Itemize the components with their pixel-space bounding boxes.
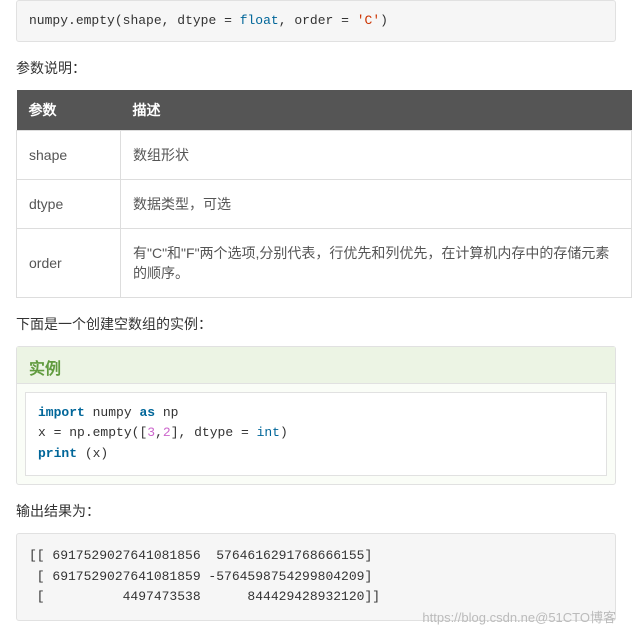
param-name: dtype <box>17 179 121 228</box>
example-box: 实例 import numpy as npx = np.empty([3,2],… <box>16 346 616 485</box>
example-code: import numpy as npx = np.empty([3,2], dt… <box>25 392 607 476</box>
output-block: [[ 6917529027641081856 57646162917686661… <box>16 533 616 621</box>
param-desc: 有"C"和"F"两个选项,分别代表，行优先和列优先，在计算机内存中的存储元素的顺… <box>121 228 632 297</box>
table-header-param: 参数 <box>17 90 121 131</box>
table-header-desc: 描述 <box>121 90 632 131</box>
signature-code-block: numpy.empty(shape, dtype = float, order … <box>16 0 616 42</box>
table-row: shape 数组形状 <box>17 130 632 179</box>
param-desc: 数据类型，可选 <box>121 179 632 228</box>
example-title: 实例 <box>17 347 615 384</box>
example-intro: 下面是一个创建空数组的实例： <box>16 314 616 334</box>
param-desc: 数组形状 <box>121 130 632 179</box>
param-name: shape <box>17 130 121 179</box>
table-row: dtype 数据类型，可选 <box>17 179 632 228</box>
params-heading: 参数说明： <box>16 58 616 78</box>
signature-text: numpy.empty(shape, dtype = float, order … <box>29 13 388 28</box>
param-name: order <box>17 228 121 297</box>
params-table: 参数 描述 shape 数组形状 dtype 数据类型，可选 order 有"C… <box>16 90 632 298</box>
table-row: order 有"C"和"F"两个选项,分别代表，行优先和列优先，在计算机内存中的… <box>17 228 632 297</box>
output-heading: 输出结果为： <box>16 501 616 521</box>
